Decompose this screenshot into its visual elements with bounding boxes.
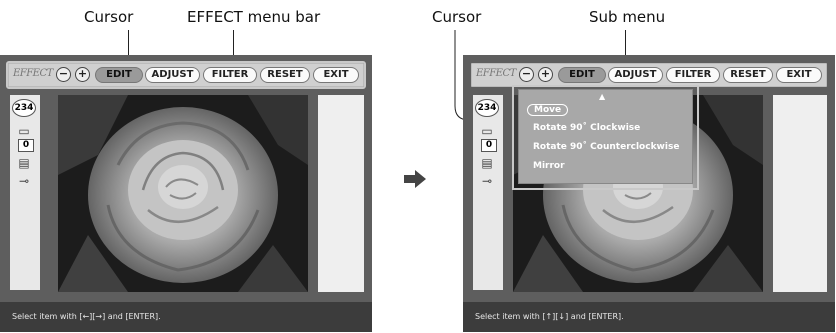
- copies-value: 0: [481, 139, 497, 152]
- image-counter: 234: [12, 99, 36, 117]
- print-icon: ▤: [481, 156, 493, 170]
- rose-image: [58, 95, 308, 292]
- photo-preview: [58, 95, 308, 292]
- effect-label: EFFECT: [476, 68, 516, 79]
- right-panel: [318, 95, 364, 292]
- sidebar: 234 ▭ 0 ▤ ⊸: [473, 95, 503, 290]
- screen-after: EFFECT − + EDIT ADJUST FILTER RESET EXIT…: [463, 55, 835, 332]
- status-bar: Select item with [↑][↓] and [ENTER].: [463, 302, 835, 332]
- sidebar: 234 ▭ 0 ▤ ⊸: [10, 95, 40, 290]
- filter-button[interactable]: FILTER: [203, 67, 257, 83]
- zoom-in-icon[interactable]: +: [75, 67, 90, 82]
- submenu-item-rotate-clockwise[interactable]: Rotate 90˚ Clockwise: [533, 123, 640, 133]
- sub-menu-caption: Sub menu: [589, 8, 666, 26]
- reset-button[interactable]: RESET: [723, 67, 773, 83]
- cursor-caption-left: Cursor: [84, 8, 134, 26]
- screen-before: EFFECT − + EDIT ADJUST FILTER RESET EXIT…: [0, 55, 372, 332]
- status-bar: Select item with [←][→] and [ENTER].: [0, 302, 372, 332]
- effect-menu-bar-caption: EFFECT menu bar: [187, 8, 321, 26]
- image-counter: 234: [475, 99, 499, 117]
- lock-icon: ⊸: [18, 174, 30, 188]
- right-panel: [773, 95, 827, 292]
- page-icon: ▭: [18, 124, 30, 138]
- lock-icon: ⊸: [481, 174, 493, 188]
- submenu-item-rotate-counterclockwise[interactable]: Rotate 90˚ Counterclockwise: [533, 142, 679, 152]
- reset-button[interactable]: RESET: [260, 67, 310, 83]
- zoom-out-icon[interactable]: −: [56, 67, 71, 82]
- print-icon: ▤: [18, 156, 30, 170]
- arrow-right-icon: [404, 170, 426, 188]
- effect-menu-bar: EFFECT − + EDIT ADJUST FILTER RESET EXIT: [6, 61, 366, 89]
- edit-submenu: ▲ Move Rotate 90˚ Clockwise Rotate 90˚ C…: [518, 89, 693, 184]
- effect-label: EFFECT: [13, 68, 53, 79]
- adjust-button[interactable]: ADJUST: [145, 67, 200, 83]
- adjust-button[interactable]: ADJUST: [608, 67, 663, 83]
- copies-value: 0: [18, 139, 34, 152]
- submenu-item-mirror[interactable]: Mirror: [533, 161, 565, 171]
- edit-button[interactable]: EDIT: [95, 67, 143, 83]
- page-icon: ▭: [481, 124, 493, 138]
- cursor-caption-right: Cursor: [432, 8, 482, 26]
- zoom-out-icon[interactable]: −: [519, 67, 534, 82]
- filter-button[interactable]: FILTER: [666, 67, 720, 83]
- exit-button[interactable]: EXIT: [313, 67, 359, 83]
- effect-menu-bar: EFFECT − + EDIT ADJUST FILTER RESET EXIT: [471, 63, 827, 87]
- submenu-item-move[interactable]: Move: [527, 104, 569, 116]
- scroll-up-icon: ▲: [599, 92, 606, 101]
- zoom-in-icon[interactable]: +: [538, 67, 553, 82]
- exit-button[interactable]: EXIT: [776, 67, 822, 83]
- edit-button[interactable]: EDIT: [558, 67, 606, 83]
